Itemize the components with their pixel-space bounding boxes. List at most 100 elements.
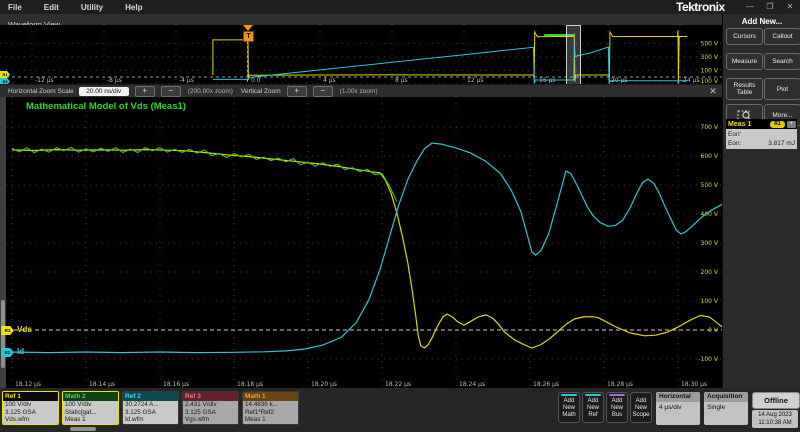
datetime-display: 14 Aug 2023 11:10:38 AM	[752, 410, 798, 428]
x-tick-label: 18.24 µs	[459, 381, 485, 388]
badge-row: Id.wfm	[123, 416, 178, 424]
button-label-line: Add	[583, 398, 603, 405]
sidebar-button-search[interactable]: Search	[764, 53, 800, 70]
button-label-line: Scope	[631, 412, 651, 419]
add-new-math-button[interactable]: AddNewMath	[558, 392, 580, 423]
horizontal-settings-panel[interactable]: Horizontal 4 µs/div	[656, 392, 700, 425]
zoom-view-close-icon[interactable]: ✕	[707, 86, 719, 97]
time-text: 11:10:38 AM	[752, 419, 798, 427]
sidebar-button-results-table[interactable]: Results Table	[726, 78, 763, 100]
sidebar-button-plot[interactable]: Plot	[764, 78, 800, 100]
trigger-marker[interactable]: T	[243, 31, 254, 42]
sidebar-button-callout[interactable]: Callout	[764, 28, 800, 45]
bottom-bar: Ref 1100 V/div3.125 GSAVds.wfmMath 2100 …	[0, 388, 800, 432]
badge-row: 100 V/div	[63, 401, 118, 409]
button-label-line: Add	[607, 398, 627, 405]
menu-help[interactable]: Help	[125, 3, 142, 12]
menu-items: File Edit Utility Help	[0, 3, 156, 12]
badge-row: 3.125 GSA	[3, 409, 58, 417]
badge-row: 100 V/div	[3, 401, 58, 409]
add-new-scope-button[interactable]: AddNewScope	[630, 392, 652, 423]
meas1-results-badge[interactable]: Meas 1 R1 + Eon' Eon: 3.817 mJ	[726, 119, 797, 149]
meas1-source-badge: R1	[770, 121, 785, 128]
button-label-line: Ref	[583, 412, 603, 419]
meas1-expand-button[interactable]: +	[787, 121, 796, 128]
zoom-vds-trace	[12, 150, 722, 348]
channel-badge-math-2[interactable]: Math 2100 V/divStatic[gat...Meas 1	[62, 391, 119, 425]
channel-badge-ref-1[interactable]: Ref 1100 V/div3.125 GSAVds.wfm	[2, 391, 59, 425]
y-tick-label: 500 V	[701, 40, 719, 47]
x-tick-label: -4 µs	[179, 77, 194, 84]
x-tick-label: 12 µs	[467, 77, 484, 84]
meas1-row-value: Eon: 3.817 mJ	[728, 139, 795, 148]
y-tick-label: 500 V	[701, 182, 719, 189]
x-tick-label: 18.14 µs	[89, 381, 115, 388]
acquisition-mode-value: Single	[704, 402, 748, 411]
x-tick-label: 8 µs	[395, 77, 408, 84]
button-label-line: Math	[559, 412, 579, 419]
badge-row: Vgs.wfm	[183, 416, 238, 424]
trace-label-vds: Vds	[17, 325, 32, 334]
vertical-zoom-factor: (1.00x zoom)	[340, 88, 378, 95]
horizontal-zoom-scale-input[interactable]	[79, 87, 129, 96]
badge-row: Static[gat...	[63, 409, 118, 417]
channel-badge-ref-2[interactable]: Ref 230.2724 A...3.125 GSAId.wfm	[122, 391, 179, 425]
vertical-zoom-minus-button[interactable]: −	[313, 86, 333, 97]
date-text: 14 Aug 2023	[752, 411, 798, 419]
sidebar-button-measure[interactable]: Measure	[726, 53, 763, 70]
add-new-bus-button[interactable]: AddNewBus	[606, 392, 628, 423]
acquisition-settings-panel[interactable]: Acquisition Single	[704, 392, 748, 425]
channel-badge-ref-3[interactable]: Ref 32.431 V/div3.125 GSAVgs.wfm	[182, 391, 239, 425]
x-tick-label: 18.28 µs	[607, 381, 633, 388]
badge-row: Ref1*Ref2	[243, 409, 298, 417]
sidebar: Add New... CursorsCalloutMeasureSearchRe…	[722, 14, 800, 390]
badge-title: Math 1	[243, 392, 298, 401]
zoom-math-model-trace	[12, 147, 397, 201]
trace-label-id: Id	[17, 347, 24, 356]
offline-button[interactable]: Offline	[752, 392, 800, 409]
badge-color-stripe	[561, 394, 577, 396]
math-model-annotation: Mathematical Model of Vds (Meas1)	[26, 101, 186, 112]
y-tick-label: 600 V	[701, 153, 719, 160]
x-tick-label: 18.20 µs	[311, 381, 337, 388]
badge-row: 3.125 GSA	[123, 409, 178, 417]
x-tick-label: -12 µs	[35, 77, 54, 84]
add-new-header: Add New...	[723, 17, 800, 26]
x-tick-label: 0.0	[251, 77, 261, 84]
x-tick-label: 18.12 µs	[15, 381, 41, 388]
close-icon[interactable]: ✕	[784, 0, 796, 14]
zoom-region-box[interactable]	[566, 25, 581, 85]
menu-utility[interactable]: Utility	[81, 3, 103, 12]
button-label-line: Add	[559, 398, 579, 405]
overview-panel: -12 µs-8 µs-4 µs0.04 µs8 µs12 µs16 µs20 …	[0, 25, 722, 84]
minimize-icon[interactable]: —	[744, 0, 756, 14]
y-tick-label: 0 V	[708, 327, 719, 334]
badge-color-stripe	[609, 394, 625, 396]
vertical-zoom-plus-button[interactable]: +	[287, 86, 307, 97]
y-tick-label: 100 V	[701, 67, 719, 74]
window-controls: — ❐ ✕	[744, 0, 796, 14]
channel-badge-math-1[interactable]: Math 114.4836 k...Ref1*Ref2Meas 1	[242, 391, 299, 425]
badge-color-stripe	[585, 394, 601, 396]
zoom-controls-bar: Horizontal Zoom Scale + − (200.00x zoom)…	[0, 84, 722, 98]
x-tick-label: 18.26 µs	[533, 381, 559, 388]
badge-row: 30.2724 A...	[123, 401, 178, 409]
horizontal-zoom-minus-button[interactable]: −	[161, 86, 181, 97]
badge-color-stripe	[633, 394, 649, 396]
overview-chart: -12 µs-8 µs-4 µs0.04 µs8 µs12 µs16 µs20 …	[0, 25, 722, 84]
add-new-ref-button[interactable]: AddNewRef	[582, 392, 604, 423]
horizontal-zoom-factor: (200.00x zoom)	[188, 88, 233, 95]
horizontal-scale-value: 4 µs/div	[656, 402, 700, 411]
y-tick-label: -100 V	[698, 356, 719, 363]
x-tick-label: -8 µs	[107, 77, 122, 84]
y-tick-label: 300 V	[701, 54, 719, 61]
badge-scroll-handle[interactable]	[70, 427, 96, 431]
restore-icon[interactable]: ❐	[764, 0, 776, 14]
zoom-waveform-view: 18.12 µs18.14 µs18.16 µs18.18 µs18.20 µs…	[0, 97, 722, 388]
x-tick-label: 18.16 µs	[163, 381, 189, 388]
horizontal-zoom-plus-button[interactable]: +	[135, 86, 155, 97]
y-tick-label: 100 V	[701, 298, 719, 305]
sidebar-button-cursors[interactable]: Cursors	[726, 28, 763, 45]
menu-file[interactable]: File	[8, 3, 22, 12]
menu-edit[interactable]: Edit	[44, 3, 59, 12]
